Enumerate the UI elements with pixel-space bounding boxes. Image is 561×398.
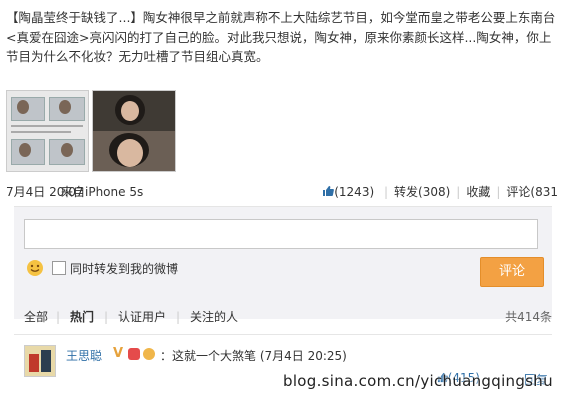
submit-comment-button[interactable]: 评论: [480, 257, 544, 287]
emoji-icon[interactable]: [26, 259, 44, 277]
filter-all[interactable]: 全部: [24, 308, 48, 325]
watermark-text: blog.sina.com.cn/yichuangqingshu: [283, 372, 553, 390]
comment-count: 共414条: [505, 310, 552, 324]
post-text: 【陶晶莹终于缺钱了...】陶女神很早之前就声称不上大陆综艺节目，如今堂而皇之带老…: [6, 8, 558, 67]
comment-text: ：这就一个大煞笔 (7月4日 20:25): [160, 349, 347, 363]
like-button[interactable]: (1243): [322, 185, 378, 199]
medal-icon[interactable]: [143, 348, 155, 360]
divider: |: [176, 310, 181, 324]
filter-verified[interactable]: 认证用户: [118, 308, 166, 325]
avatar[interactable]: [24, 345, 56, 377]
post-source[interactable]: 来自iPhone 5s: [61, 183, 143, 200]
divider: |: [496, 185, 501, 199]
filter-hot[interactable]: 热门: [70, 308, 94, 325]
repost-checkbox[interactable]: [52, 261, 66, 275]
divider: |: [383, 185, 389, 199]
comment-input[interactable]: [24, 219, 538, 249]
commenter-name[interactable]: 王思聪: [66, 347, 102, 364]
thumbs-up-icon: [323, 186, 335, 196]
filter-following[interactable]: 关注的人: [190, 308, 238, 325]
post-image-1[interactable]: [6, 90, 89, 172]
post-images: [6, 90, 176, 172]
divider: |: [456, 185, 461, 199]
favorite-button[interactable]: 收藏: [466, 185, 490, 199]
post-image-2[interactable]: [92, 90, 176, 172]
verified-v-icon[interactable]: V: [113, 346, 123, 361]
divider: [14, 334, 552, 335]
divider: |: [104, 310, 109, 324]
comment-filter-bar: 全部 | 热门 | 认证用户 | 关注的人 共414条: [24, 308, 552, 326]
repost-button[interactable]: 转发(308): [394, 185, 450, 199]
divider: |: [56, 310, 61, 324]
post-title: 【陶晶莹终于缺钱了...】: [6, 10, 143, 25]
repost-label: 同时转发到我的微博: [70, 262, 179, 276]
comment-form: 同时转发到我的微博 评论: [14, 206, 552, 319]
vip-icon[interactable]: [128, 348, 140, 360]
post-actions: (1243) | 转发(308) | 收藏 | 评论(831: [322, 183, 558, 200]
comment-button[interactable]: 评论(831: [506, 185, 558, 199]
post-meta: 7月4日 20:07 来自iPhone 5s (1243) | 转发(308) | 收…: [6, 181, 558, 201]
like-count: (1243): [334, 185, 375, 199]
